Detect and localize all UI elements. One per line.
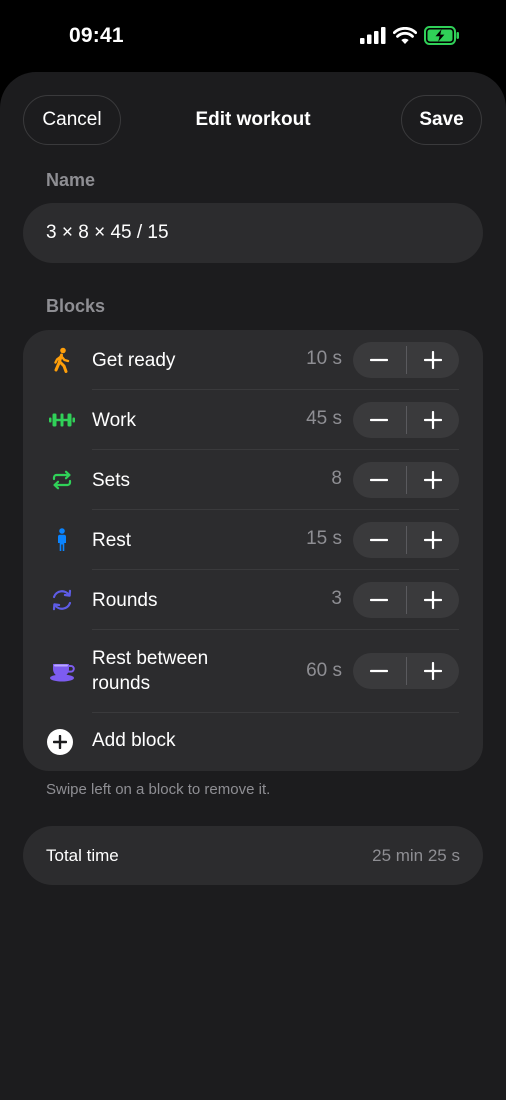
block-value: 3 <box>331 588 342 609</box>
decrement-button[interactable] <box>353 402 406 438</box>
repeat-icon <box>47 465 77 495</box>
blocks-list: Get ready 10 s Work 45 s Sets 8 Rest 15 … <box>23 330 483 771</box>
status-bar: 09:41 <box>0 0 506 72</box>
block-row-rounds[interactable]: Rounds 3 <box>23 570 483 629</box>
block-row-rest-between-rounds[interactable]: Rest between rounds 60 s <box>23 630 483 712</box>
minus-icon <box>370 418 389 422</box>
swipe-hint: Swipe left on a block to remove it. <box>46 781 271 798</box>
decrement-button[interactable] <box>353 342 406 378</box>
workout-name-field[interactable]: 3 × 8 × 45 / 15 <box>23 203 483 263</box>
total-time-value: 25 min 25 s <box>372 846 460 865</box>
person-walking-icon <box>47 345 77 375</box>
plus-icon <box>423 471 442 489</box>
block-row-rest[interactable]: Rest 15 s <box>23 510 483 569</box>
block-row-sets[interactable]: Sets 8 <box>23 450 483 509</box>
plus-icon <box>423 591 442 609</box>
rotate-icon <box>47 585 77 615</box>
block-label: Rest between rounds <box>92 648 209 694</box>
add-block-label: Add block <box>92 730 176 751</box>
block-value: 45 s <box>306 408 342 429</box>
block-value: 8 <box>331 468 342 489</box>
block-value: 15 s <box>306 528 342 549</box>
block-row-get-ready[interactable]: Get ready 10 s <box>23 330 483 389</box>
wifi-icon <box>392 26 418 50</box>
increment-button[interactable] <box>406 462 459 498</box>
block-label: Get ready <box>92 350 176 371</box>
block-label: Rest <box>92 530 132 551</box>
minus-icon <box>370 669 389 673</box>
block-row-work[interactable]: Work 45 s <box>23 390 483 449</box>
increment-button[interactable] <box>406 342 459 378</box>
increment-button[interactable] <box>406 653 459 689</box>
duration-stepper <box>353 342 459 378</box>
plus-icon <box>423 662 442 680</box>
duration-stepper <box>353 653 459 689</box>
total-time-row: Total time 25 min 25 s <box>23 826 483 885</box>
dumbbell-icon <box>47 405 77 435</box>
cellular-signal-icon <box>360 27 386 49</box>
blocks-section-label: Blocks <box>46 296 106 316</box>
block-label: Rounds <box>92 590 158 611</box>
duration-stepper <box>353 402 459 438</box>
decrement-button[interactable] <box>353 653 406 689</box>
plus-icon <box>423 351 442 369</box>
battery-charging-icon <box>424 26 460 50</box>
add-block-button[interactable]: Add block <box>23 713 483 771</box>
add-circle-icon <box>47 729 73 755</box>
block-label: Sets <box>92 470 131 491</box>
edit-workout-sheet: Cancel Edit workout Save Name 3 × 8 × 45… <box>0 72 506 1100</box>
status-icons <box>360 26 460 50</box>
block-label: Work <box>92 410 136 431</box>
minus-icon <box>370 358 389 362</box>
block-value: 10 s <box>306 348 342 369</box>
plus-icon <box>423 531 442 549</box>
block-value: 60 s <box>306 660 342 681</box>
minus-icon <box>370 538 389 542</box>
count-stepper <box>353 462 459 498</box>
decrement-button[interactable] <box>353 462 406 498</box>
status-time: 09:41 <box>69 24 124 47</box>
cup-icon <box>47 656 77 686</box>
minus-icon <box>370 598 389 602</box>
decrement-button[interactable] <box>353 522 406 558</box>
plus-icon <box>423 411 442 429</box>
duration-stepper <box>353 522 459 558</box>
total-time-label: Total time <box>46 846 119 865</box>
decrement-button[interactable] <box>353 582 406 618</box>
name-section-label: Name <box>46 170 96 190</box>
increment-button[interactable] <box>406 402 459 438</box>
person-standing-icon <box>47 525 77 555</box>
increment-button[interactable] <box>406 582 459 618</box>
minus-icon <box>370 478 389 482</box>
count-stepper <box>353 582 459 618</box>
save-button[interactable]: Save <box>401 95 482 145</box>
increment-button[interactable] <box>406 522 459 558</box>
